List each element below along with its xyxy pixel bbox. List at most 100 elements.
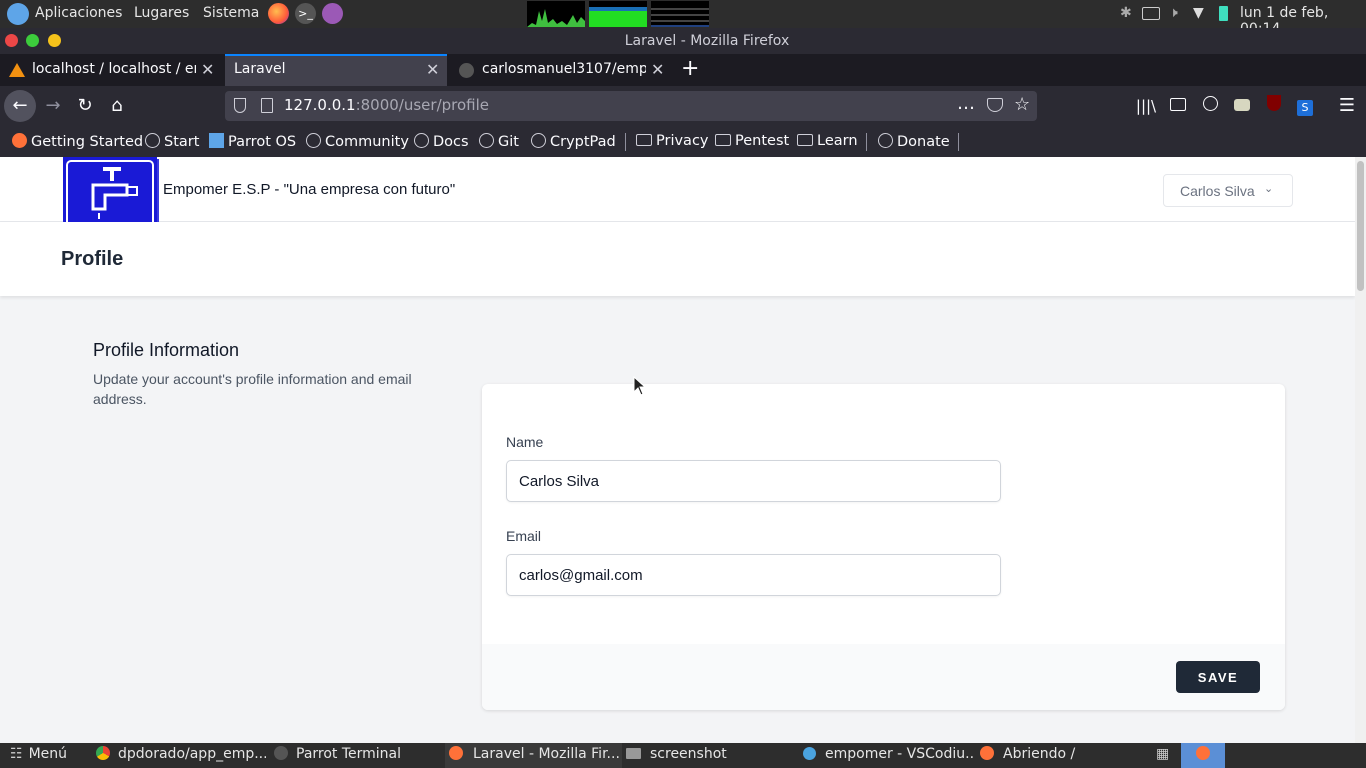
company-logo[interactable] (63, 157, 157, 231)
close-tab-icon[interactable]: ✕ (201, 60, 214, 79)
keyboard-icon[interactable] (1142, 7, 1160, 20)
taskbar-item-vscodium[interactable]: empomer - VSCodiu... (803, 743, 973, 768)
phpmyadmin-favicon-icon (9, 63, 25, 77)
taskbar-item-firefox-active[interactable]: Laravel - Mozilla Fir... (445, 743, 622, 768)
taskbar-item-chrome[interactable]: dpdorado/app_emp... (96, 743, 266, 768)
bottom-taskbar: ☷ Menú dpdorado/app_emp... Parrot Termina… (0, 743, 1366, 768)
forward-icon[interactable]: → (41, 94, 65, 118)
bookmark-label: Start (164, 134, 200, 150)
scrollbar-thumb[interactable] (1357, 161, 1364, 291)
folder-icon (636, 134, 652, 146)
taskbar-item-files[interactable]: screenshot (626, 743, 786, 768)
library-icon[interactable]: |||\ (1134, 94, 1158, 118)
memory-monitor-graph (589, 1, 647, 27)
user-menu-label: Carlos Silva (1180, 183, 1255, 199)
taskbar-item-label: screenshot (650, 746, 727, 762)
form-actions: SAVE (482, 644, 1285, 710)
taskbar-item-label: empomer - VSCodiu... (825, 746, 973, 762)
tab-label: carlosmanuel3107/empo (482, 61, 646, 77)
name-input[interactable] (506, 460, 1001, 502)
bookmark-label: Parrot OS (228, 134, 297, 150)
reload-icon[interactable]: ↻ (73, 94, 97, 118)
folder-icon (626, 748, 641, 759)
profile-form-card: Name Email SAVE (482, 384, 1285, 710)
battery-icon[interactable] (1219, 6, 1228, 21)
vscodium-icon (803, 747, 816, 760)
email-input[interactable] (506, 554, 1001, 596)
s-extension-icon[interactable]: S (1293, 94, 1317, 118)
bookmark-docs[interactable]: Docs (414, 133, 469, 150)
email-label: Email (506, 528, 542, 544)
page-actions-icon[interactable]: … (957, 93, 975, 114)
tab-strip: localhost / localhost / em ✕ Laravel ✕ c… (0, 54, 1366, 86)
bookmarks-toolbar: Getting Started Start Parrot OS Communit… (0, 126, 1366, 157)
bookmark-separator (625, 133, 626, 151)
url-text[interactable]: 127.0.0.1:8000/user/profile (284, 96, 489, 114)
taskbar-item-firefox-opening[interactable]: Abriendo / (980, 743, 1150, 768)
bluetooth-icon[interactable]: ✱ (1120, 5, 1132, 21)
page-info-icon[interactable] (261, 98, 273, 113)
terminal-launcher-icon[interactable]: >_ (295, 3, 316, 24)
bookmark-star-icon[interactable]: ☆ (1014, 94, 1030, 115)
bookmark-label: Donate (897, 134, 950, 150)
close-tab-icon[interactable]: ✕ (426, 60, 439, 79)
firefox-icon (980, 746, 994, 760)
tab-github[interactable]: carlosmanuel3107/empo ✕ (450, 54, 672, 86)
network-monitor-graph (651, 1, 709, 27)
volume-icon[interactable]: 🕨 (1169, 5, 1178, 21)
ublock-icon[interactable] (1262, 94, 1286, 118)
tracking-protection-icon[interactable] (234, 98, 246, 113)
bookmark-donate[interactable]: Donate (878, 133, 950, 150)
tab-laravel-active[interactable]: Laravel ✕ (225, 54, 447, 86)
menu-system[interactable]: Sistema (203, 5, 259, 21)
bookmark-folder-learn[interactable]: Learn (797, 133, 858, 149)
save-button[interactable]: SAVE (1176, 661, 1260, 693)
menu-places[interactable]: Lugares (134, 5, 189, 21)
workspace-firefox-icon[interactable] (1181, 743, 1225, 768)
page-scrollbar[interactable] (1355, 157, 1366, 743)
bookmark-label: Pentest (735, 133, 790, 149)
page-title: Profile (61, 248, 124, 270)
name-label: Name (506, 434, 544, 450)
bookmark-start[interactable]: Start (145, 133, 199, 150)
hamburger-menu-icon[interactable]: ☰ (1335, 94, 1359, 118)
bookmark-getting-started[interactable]: Getting Started (12, 133, 143, 150)
bookmark-git[interactable]: Git (479, 133, 519, 150)
app-header: Empomer E.S.P - "Una empresa con futuro"… (0, 157, 1355, 231)
cpu-monitor-graph (527, 1, 585, 27)
menu-applications[interactable]: Aplicaciones (35, 5, 122, 21)
bookmark-folder-pentest[interactable]: Pentest (715, 133, 789, 149)
bookmark-parrot-os[interactable]: Parrot OS (209, 133, 296, 150)
home-icon[interactable]: ⌂ (105, 94, 129, 118)
url-bar[interactable]: 127.0.0.1:8000/user/profile … ☆ (225, 91, 1037, 121)
user-menu-dropdown[interactable]: Carlos Silva ⌄ (1163, 174, 1293, 207)
globe-icon (878, 133, 893, 148)
firefox-launcher-icon[interactable] (268, 3, 289, 24)
taskbar-item-label: Parrot Terminal (296, 746, 402, 762)
bookmark-label: Learn (817, 133, 858, 149)
close-tab-icon[interactable]: ✕ (651, 60, 664, 79)
section-title: Profile Information (93, 340, 240, 360)
taskbar-item-terminal[interactable]: Parrot Terminal (274, 743, 434, 768)
back-icon[interactable]: ← (4, 90, 36, 122)
tab-phpmyadmin[interactable]: localhost / localhost / em ✕ (0, 54, 222, 86)
taskbar-item-label: Laravel - Mozilla Fir... (473, 746, 620, 762)
folder-icon (797, 134, 813, 146)
faucet-icon (66, 160, 154, 228)
bookmark-community[interactable]: Community (306, 133, 409, 150)
account-icon[interactable] (1198, 94, 1222, 118)
workspace-switcher-icon[interactable]: ▦ (1156, 743, 1176, 768)
bookmark-cryptpad[interactable]: CryptPad (531, 133, 616, 150)
extension-icon[interactable] (1230, 94, 1254, 118)
sidebar-icon[interactable] (1166, 94, 1190, 118)
bookmark-folder-privacy[interactable]: Privacy (636, 133, 709, 149)
parrot-logo-icon[interactable] (7, 3, 29, 25)
grid-icon: ☷ (10, 746, 23, 762)
wifi-icon[interactable]: ▼ (1193, 5, 1204, 21)
section-subtitle: Update your account's profile informatio… (93, 371, 412, 407)
taskbar-menu-button[interactable]: ☷ Menú (10, 743, 67, 768)
new-tab-icon[interactable]: + (681, 56, 699, 81)
editor-launcher-icon[interactable] (322, 3, 343, 24)
globe-icon (479, 133, 494, 148)
pocket-icon[interactable] (987, 98, 1003, 112)
